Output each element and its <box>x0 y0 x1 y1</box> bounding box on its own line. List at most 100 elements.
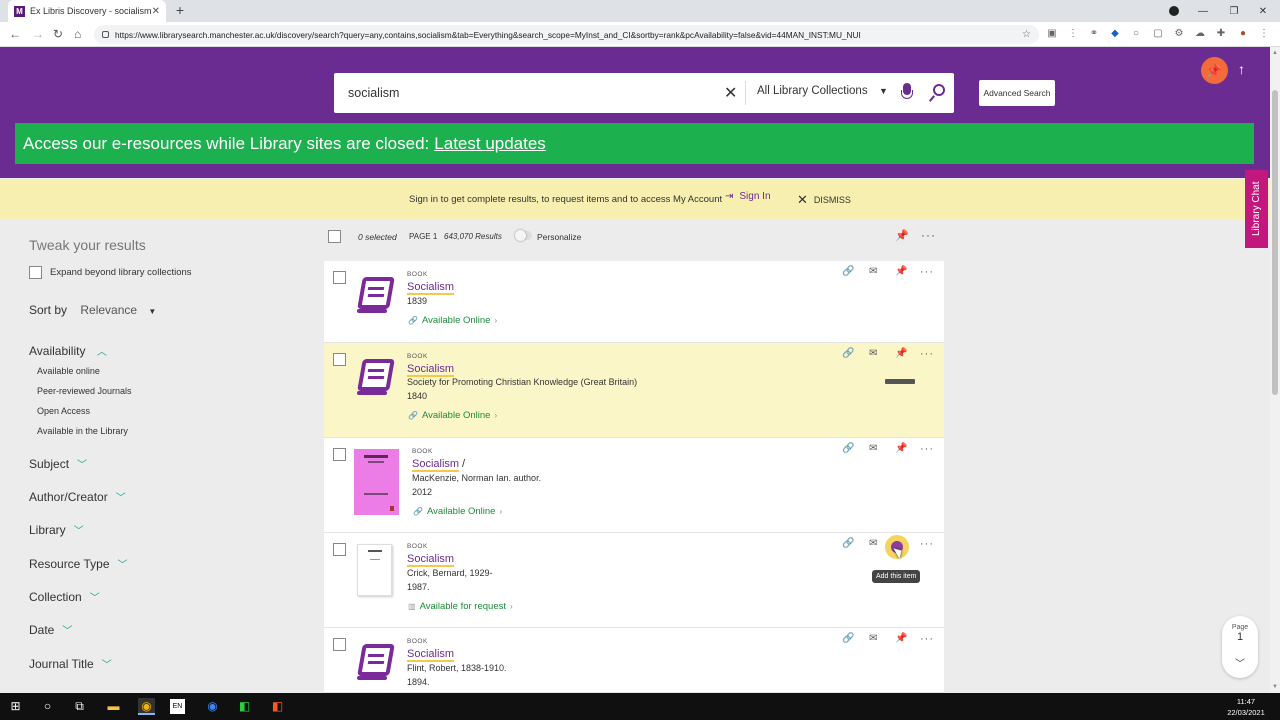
permalink-icon[interactable]: 🔗 <box>842 443 854 454</box>
signin-button[interactable]: ⇥ Sign In <box>725 191 771 202</box>
more-options-icon[interactable]: ··· <box>920 348 934 360</box>
dismiss-button[interactable]: ✕ DISMISS <box>797 192 851 208</box>
permalink-icon[interactable]: 🔗 <box>842 633 854 644</box>
result-item[interactable]: BOOK Socialism / MacKenzie, Norman Ian. … <box>324 438 944 533</box>
extension-grid-icon[interactable]: ⋮ <box>1067 28 1079 40</box>
extension-circle-icon[interactable]: ○ <box>1130 28 1142 40</box>
more-options-icon[interactable]: ··· <box>921 228 936 242</box>
windows-start-icon[interactable]: ⊞ <box>7 698 24 715</box>
forward-icon[interactable]: → <box>32 27 44 41</box>
email-icon[interactable]: ✉ <box>869 633 877 644</box>
facet-resource-type[interactable]: Resource Type ﹀ <box>29 556 128 571</box>
expand-beyond-checkbox[interactable]: Expand beyond library collections <box>29 266 192 279</box>
result-title[interactable]: Socialism <box>407 648 455 662</box>
permalink-icon[interactable]: 🔗 <box>842 538 854 549</box>
extension-cloud-icon[interactable]: ☁ <box>1194 28 1206 40</box>
close-window-icon[interactable]: ✕ <box>1255 0 1271 22</box>
task-view-icon[interactable]: ⧉ <box>71 698 88 715</box>
clear-search-icon[interactable]: ✕ <box>724 83 737 103</box>
result-item[interactable]: BOOK Socialism 1839 🔗 Available Online › 🔗… <box>324 261 944 343</box>
link-extension-icon[interactable]: ⚭ <box>1088 28 1100 40</box>
my-favorites-pin-icon[interactable]: 📌 <box>1201 57 1228 84</box>
bookmark-star-icon[interactable]: ☆ <box>1022 29 1031 40</box>
app-green-icon[interactable]: ◧ <box>236 698 253 715</box>
new-tab-icon[interactable]: + <box>172 3 188 19</box>
scroll-down-icon[interactable]: ▼ <box>1272 684 1278 690</box>
chrome-icon[interactable]: ◉ <box>138 698 155 715</box>
facet-item[interactable]: Available online <box>37 366 100 376</box>
sort-caret-icon[interactable]: ▼ <box>148 307 156 316</box>
availability-link[interactable]: 🔗 Available Online › <box>413 506 502 517</box>
microphone-icon[interactable] <box>901 83 913 103</box>
restore-icon[interactable]: ❐ <box>1226 0 1242 22</box>
banner-link[interactable]: Latest updates <box>434 134 546 154</box>
search-icon[interactable]: ○ <box>39 698 56 715</box>
facet-collection[interactable]: Collection ﹀ <box>29 589 100 604</box>
result-item[interactable]: BOOK Socialism Crick, Bernard, 1929- 198… <box>324 533 944 628</box>
extension-square-icon[interactable]: ▢ <box>1152 28 1164 40</box>
extension-gear-icon[interactable]: ⚙ <box>1173 28 1185 40</box>
scroll-up-icon[interactable]: ▲ <box>1272 50 1278 56</box>
scrollbar-thumb[interactable] <box>1272 90 1278 395</box>
extension-blue-icon[interactable]: ◆ <box>1109 28 1121 40</box>
sort-select[interactable]: Relevance <box>80 303 137 317</box>
page-indicator[interactable]: Page 1 ﹀ <box>1222 616 1258 678</box>
availability-link[interactable]: 🔗 Available Online › <box>408 315 497 326</box>
file-explorer-icon[interactable]: ▬ <box>105 698 122 715</box>
result-item[interactable]: BOOK Socialism Flint, Robert, 1838-1910.… <box>324 628 944 693</box>
avatar-icon[interactable]: ● <box>1237 28 1249 40</box>
permalink-icon[interactable]: 🔗 <box>842 266 854 277</box>
facet-journal-title[interactable]: Journal Title ﹀ <box>29 656 112 671</box>
select-all-checkbox[interactable] <box>328 230 341 243</box>
minimize-icon[interactable]: — <box>1195 0 1211 22</box>
email-icon[interactable]: ✉ <box>869 266 877 277</box>
back-icon[interactable]: ← <box>9 27 21 41</box>
result-checkbox[interactable] <box>333 448 346 461</box>
availability-link[interactable]: 🔗 Available Online › <box>408 410 497 421</box>
scroll-top-icon[interactable]: ↑ <box>1238 61 1245 77</box>
advanced-search-button[interactable]: Advanced Search <box>979 80 1055 106</box>
pin-icon[interactable]: 📌 <box>895 443 907 454</box>
app-orange-icon[interactable]: ◧ <box>269 698 286 715</box>
result-title[interactable]: Socialism <box>407 363 455 377</box>
permalink-icon[interactable]: 🔗 <box>842 348 854 359</box>
chrome-menu-icon[interactable]: ⋮ <box>1258 28 1270 40</box>
puzzle-icon[interactable]: ✚ <box>1215 28 1227 40</box>
more-options-icon[interactable]: ··· <box>920 633 934 645</box>
result-title[interactable]: Socialism <box>407 281 455 295</box>
facet-date[interactable]: Date ﹀ <box>29 622 72 637</box>
clock[interactable]: 11:47 22/03/2021 <box>1215 696 1277 718</box>
scope-caret-icon[interactable]: ▼ <box>879 86 888 96</box>
browser-tab[interactable]: M Ex Libris Discovery - socialism ✕ <box>8 0 166 22</box>
library-chat-tab[interactable]: Library Chat <box>1245 170 1268 248</box>
facet-item[interactable]: Available in the Library <box>37 426 128 436</box>
pin-icon[interactable]: 📌 <box>895 229 909 242</box>
pin-icon[interactable]: 📌 <box>895 266 907 277</box>
more-options-icon[interactable]: ··· <box>920 443 934 455</box>
checkbox[interactable] <box>29 266 42 279</box>
more-options-icon[interactable]: ··· <box>920 538 934 550</box>
facet-item[interactable]: Open Access <box>37 406 90 416</box>
profile-menu-icon[interactable] <box>1169 6 1179 16</box>
result-item[interactable]: BOOK Socialism Society for Promoting Chr… <box>324 343 944 438</box>
result-title[interactable]: Socialism <box>407 553 455 567</box>
email-icon[interactable]: ✉ <box>869 538 877 549</box>
reload-icon[interactable]: ↻ <box>53 27 63 41</box>
facet-subject[interactable]: Subject ﹀ <box>29 456 87 471</box>
unpin-icon[interactable]: 📌 <box>895 348 907 359</box>
personalize-toggle[interactable] <box>515 230 532 241</box>
facet-item[interactable]: Peer-reviewed Journals <box>37 386 132 396</box>
facet-author[interactable]: Author/Creator ﹀ <box>29 489 126 504</box>
result-checkbox[interactable] <box>333 638 346 651</box>
facet-library[interactable]: Library ﹀ <box>29 522 84 537</box>
result-checkbox[interactable] <box>333 543 346 556</box>
url-field[interactable]: https://www.librarysearch.manchester.ac.… <box>94 25 1039 44</box>
extension-1-icon[interactable]: ▣ <box>1046 28 1058 40</box>
availability-link[interactable]: ▥ Available for request › <box>408 601 513 612</box>
pin-icon[interactable]: 📌 <box>895 633 907 644</box>
chrome-profile-icon[interactable]: ◉ <box>204 698 221 715</box>
result-checkbox[interactable] <box>333 353 346 366</box>
result-checkbox[interactable] <box>333 271 346 284</box>
language-icon[interactable]: EN <box>170 699 185 714</box>
home-icon[interactable]: ⌂ <box>74 27 81 41</box>
